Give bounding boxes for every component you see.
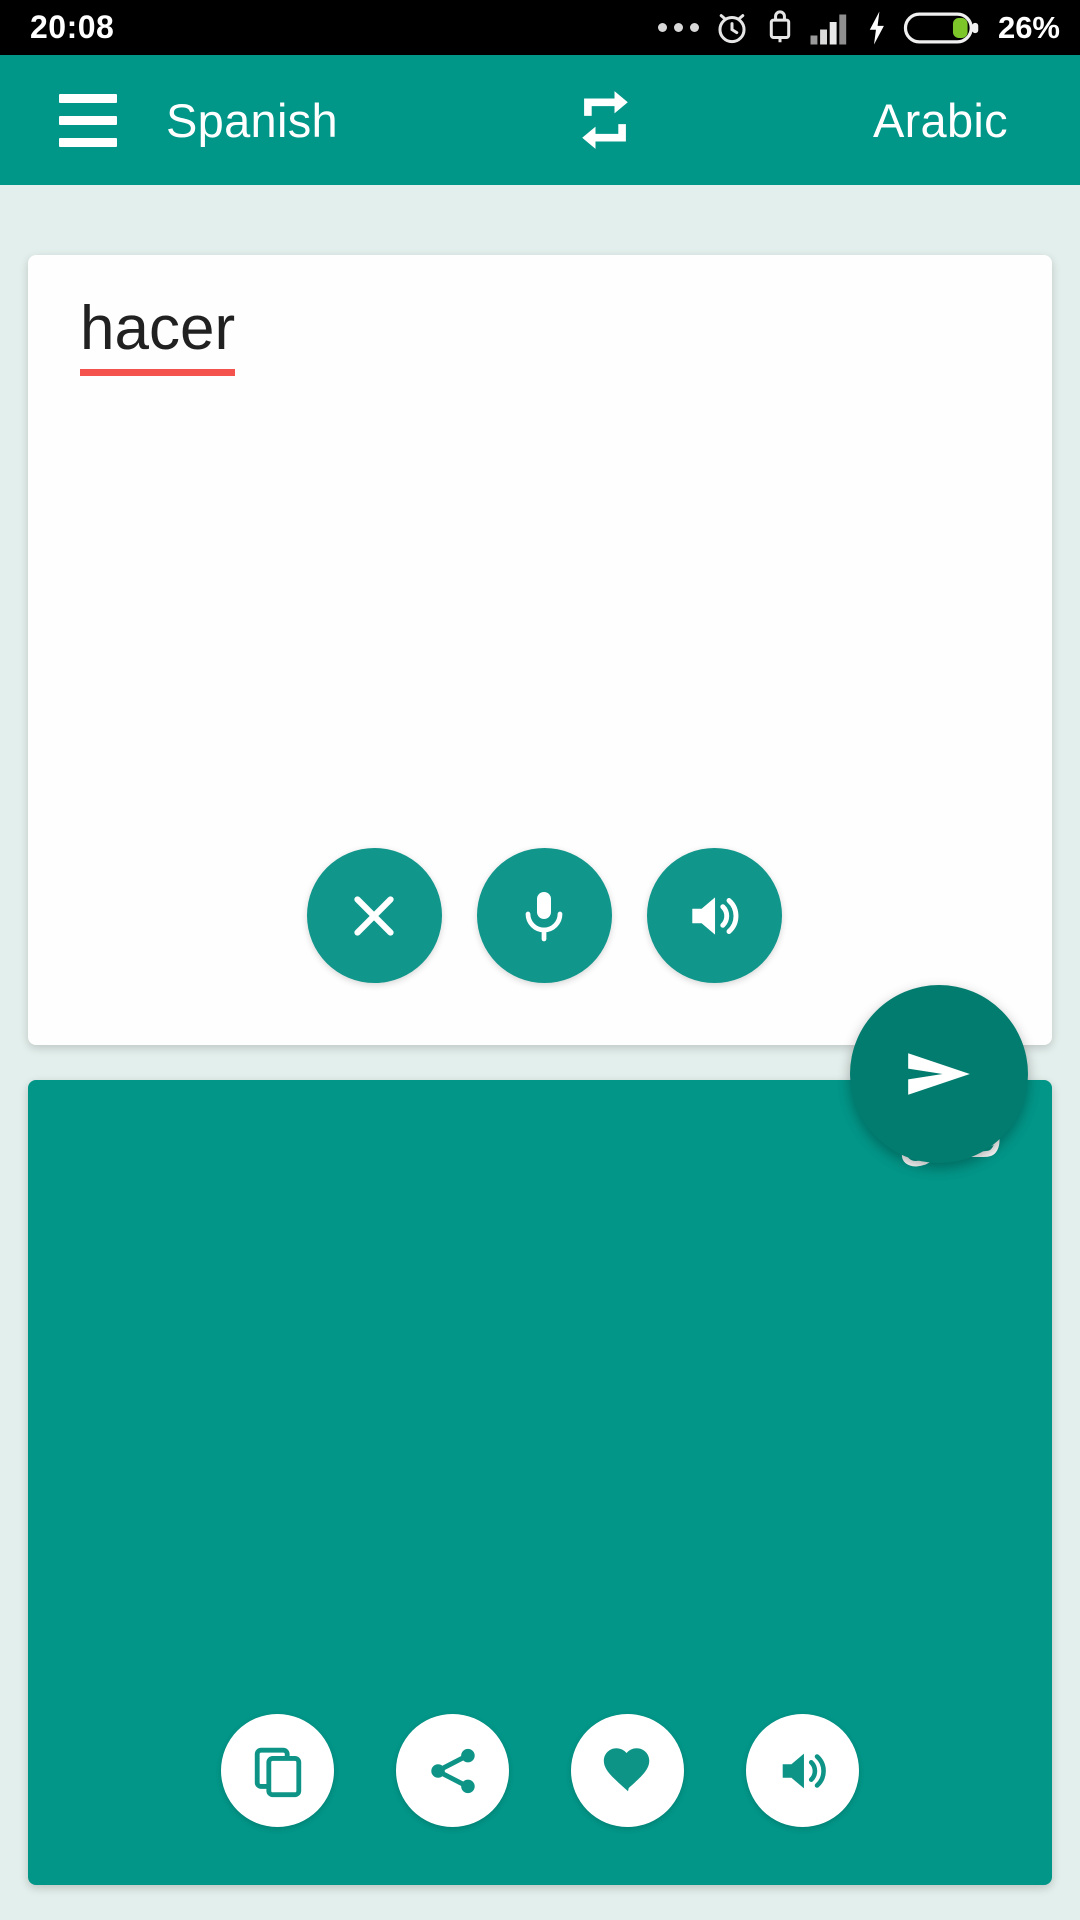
alarm-clock-icon [713, 9, 751, 47]
translate-send-button[interactable] [850, 985, 1028, 1163]
clear-button[interactable] [306, 848, 442, 983]
result-action-bar [28, 1714, 1052, 1827]
send-arrow-icon [908, 1053, 970, 1095]
speak-result-button[interactable] [746, 1714, 859, 1827]
source-language-selector[interactable]: Spanish [166, 93, 338, 148]
speak-source-button[interactable] [646, 848, 782, 983]
share-button[interactable] [396, 1714, 509, 1827]
status-bar: 20:08 26% [0, 0, 1080, 55]
target-language-selector[interactable]: Arabic [873, 93, 1008, 148]
source-text-card: hacer [28, 255, 1052, 1045]
translation-result-card: فعل [28, 1080, 1052, 1885]
battery-icon [903, 9, 981, 47]
more-ellipsis-icon [657, 23, 699, 32]
battery-percent: 26% [997, 9, 1060, 45]
voice-input-button[interactable] [476, 848, 612, 983]
status-time: 20:08 [30, 9, 115, 45]
charging-bolt-icon [865, 10, 889, 46]
source-text-input[interactable]: hacer [80, 294, 992, 377]
hamburger-menu-icon[interactable] [28, 93, 148, 147]
signal-bars-icon [809, 10, 851, 46]
source-text-value[interactable]: hacer [80, 294, 236, 377]
swap-languages-icon[interactable] [550, 65, 660, 175]
favorite-button[interactable] [571, 1714, 684, 1827]
app-screen: 20:08 26% Spanish Arabic hacer [0, 0, 1080, 1920]
copy-button[interactable] [221, 1714, 334, 1827]
app-bar: Spanish Arabic [0, 55, 1080, 185]
usb-lock-icon [765, 9, 795, 47]
source-action-bar [28, 848, 1052, 983]
status-icons: 26% [657, 9, 1060, 47]
